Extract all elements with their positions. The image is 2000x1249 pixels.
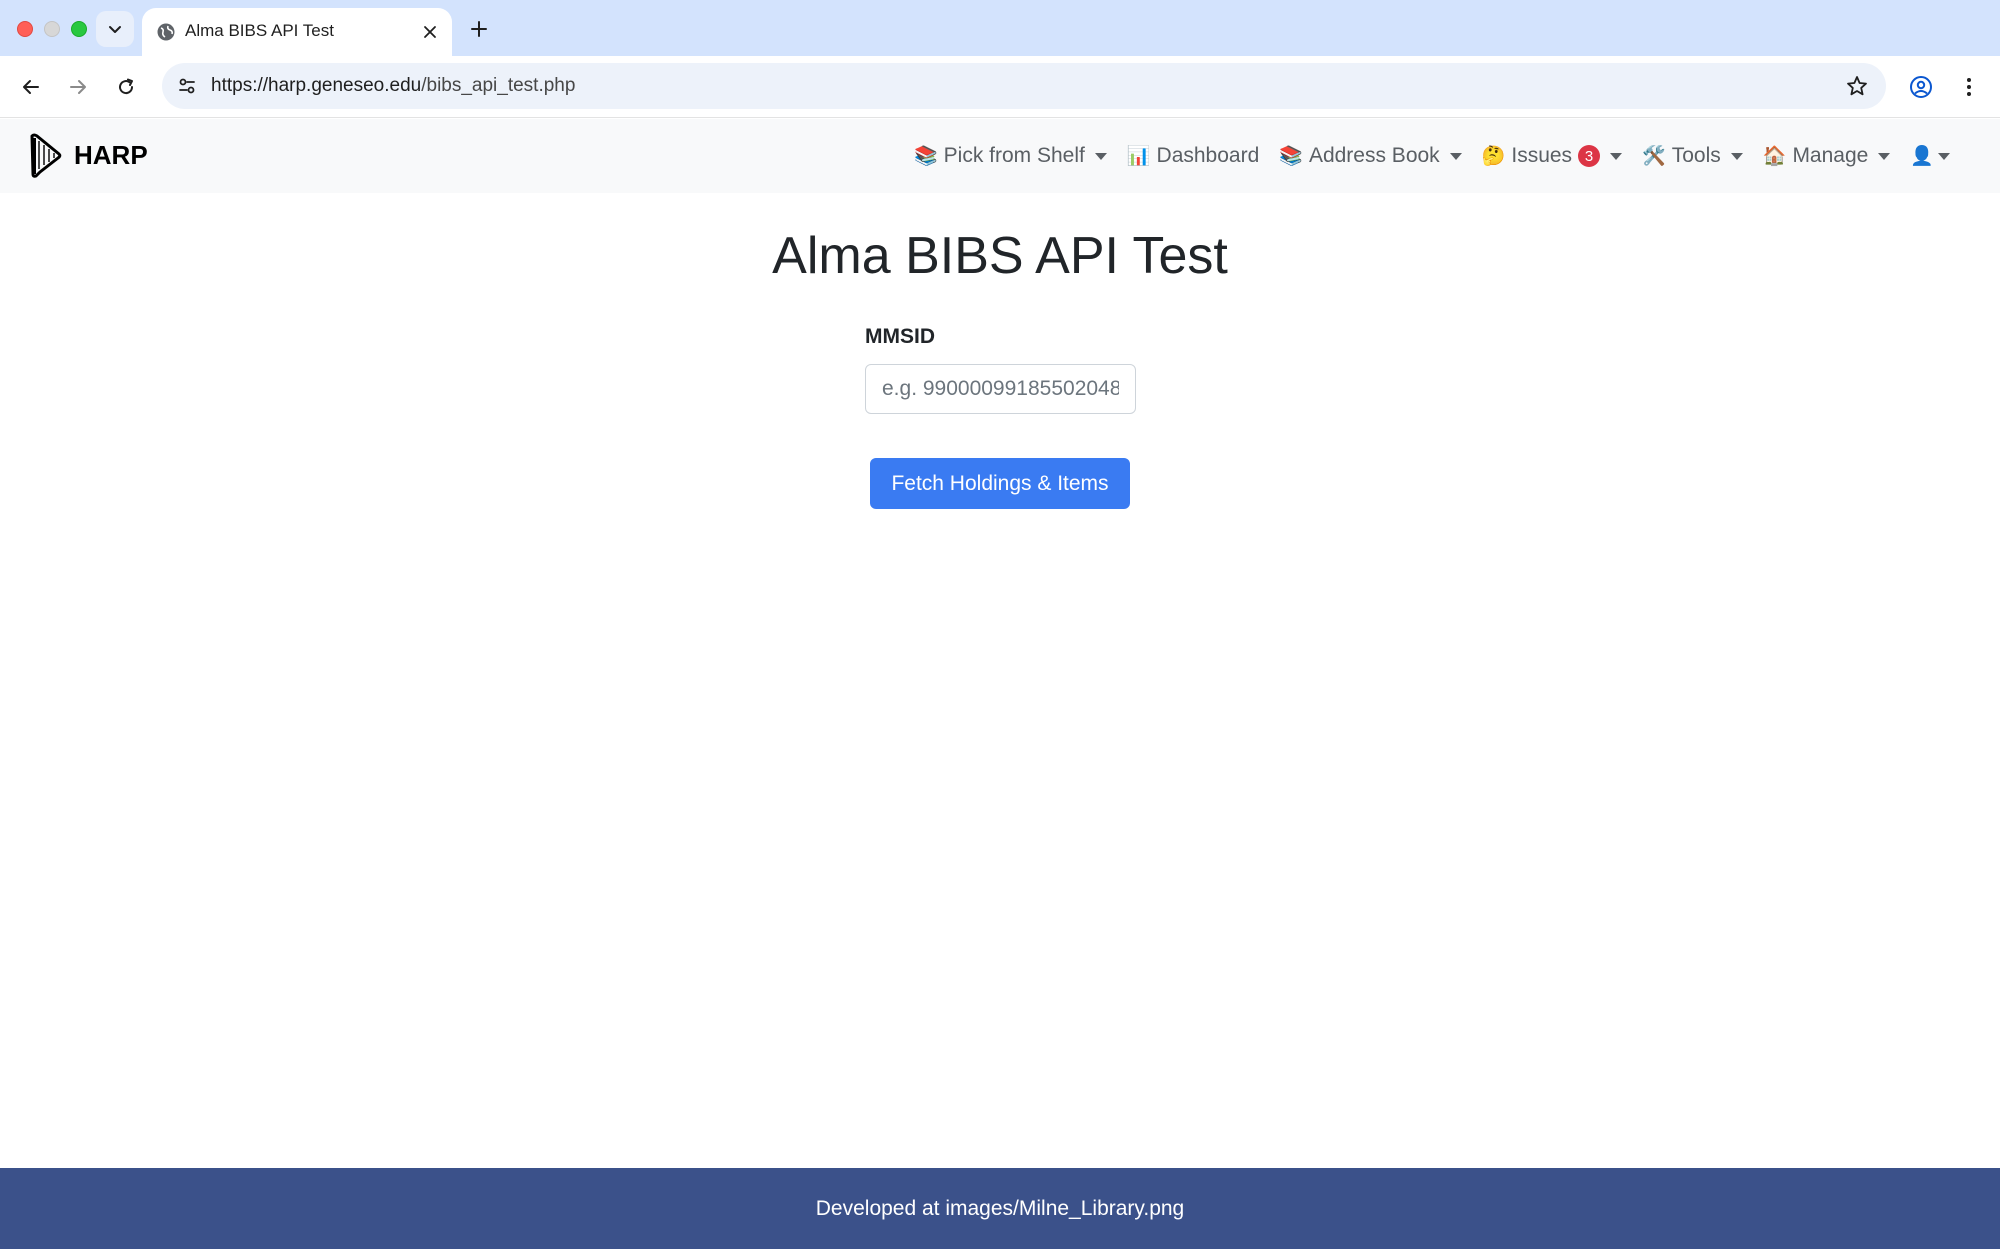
plus-icon <box>471 21 487 37</box>
new-tab-button[interactable] <box>464 14 494 44</box>
url-path: /bibs_api_test.php <box>421 75 576 96</box>
nav-dashboard[interactable]: 📊 Dashboard <box>1127 144 1259 168</box>
user-icon: 👤 <box>1910 146 1934 167</box>
books-icon: 📚 <box>913 146 938 167</box>
nav-tools[interactable]: 🛠️ Tools <box>1642 144 1743 168</box>
caret-down-icon <box>1878 152 1891 160</box>
tune-icon <box>179 78 195 94</box>
account-circle-icon <box>1910 76 1932 98</box>
arrow-right-icon <box>70 80 86 94</box>
browser-tabstrip: Alma BIBS API Test <box>0 0 2000 56</box>
browser-toolbar: https://harp.geneseo.edu/bibs_api_test.p… <box>0 56 2000 118</box>
tab-search-button[interactable] <box>96 11 134 47</box>
nav-address-book[interactable]: 📚 Address Book <box>1279 144 1462 168</box>
bar-chart-icon: 📊 <box>1126 146 1151 167</box>
books-icon: 📚 <box>1279 146 1303 167</box>
nav-label: Address Book <box>1308 144 1440 167</box>
nav-label: Pick from Shelf <box>943 144 1085 167</box>
page-title: Alma BIBS API Test <box>772 227 1228 285</box>
harp-icon <box>30 133 62 178</box>
mmsid-input[interactable] <box>865 364 1136 414</box>
nav-pick-from-shelf[interactable]: 📚 Pick from Shelf <box>914 144 1107 168</box>
maximize-window-button[interactable] <box>71 21 87 37</box>
page-footer: Developed at images/Milne_Library.png <box>0 1168 2000 1249</box>
close-window-button[interactable] <box>17 21 33 37</box>
reload-icon <box>119 78 134 95</box>
bookmark-button[interactable] <box>1842 71 1872 101</box>
tab-title: Alma BIBS API Test <box>185 21 334 40</box>
caret-down-icon <box>1094 152 1107 160</box>
issues-count-badge: 3 <box>1578 145 1601 167</box>
caret-down-icon <box>1610 152 1623 160</box>
url-text: https://harp.geneseo.edu/bibs_api_test.p… <box>211 75 575 97</box>
nav-label: Manage <box>1792 144 1869 167</box>
reload-button[interactable] <box>109 70 143 104</box>
address-bar[interactable]: https://harp.geneseo.edu/bibs_api_test.p… <box>162 63 1886 109</box>
minimize-window-button[interactable] <box>44 21 60 37</box>
nav-issues[interactable]: 🤔 Issues 3 <box>1481 144 1623 168</box>
nav-label: Tools <box>1671 144 1721 167</box>
site-info-button[interactable] <box>172 71 202 101</box>
footer-text: Developed at images/Milne_Library.png <box>815 1196 1185 1220</box>
nav-label: Issues <box>1511 144 1573 167</box>
tools-icon: 🛠️ <box>1642 146 1666 167</box>
back-button[interactable] <box>14 70 48 104</box>
nav-user-menu[interactable]: 👤 <box>1910 144 1950 168</box>
globe-icon <box>157 23 175 41</box>
more-vert-icon <box>1967 78 1971 96</box>
nav-label: Dashboard <box>1156 144 1260 167</box>
browser-menu-button[interactable] <box>1952 70 1986 104</box>
mmsid-label: MMSID <box>865 325 935 348</box>
caret-down-icon <box>1730 152 1743 160</box>
forward-button[interactable] <box>61 70 95 104</box>
nav-manage[interactable]: 🏠 Manage <box>1763 144 1891 168</box>
site-navbar: HARP 📚 Pick from Shelf 📊 Dashboard 📚 Add… <box>0 119 2000 193</box>
brand-name: HARP <box>74 139 148 170</box>
browser-tab-active[interactable]: Alma BIBS API Test <box>142 8 452 56</box>
nav-menu: 📚 Pick from Shelf 📊 Dashboard 📚 Address … <box>894 119 1950 193</box>
caret-down-icon <box>1449 152 1462 160</box>
url-host: https://harp.geneseo.edu <box>211 75 422 96</box>
thinking-face-icon: 🤔 <box>1481 146 1506 167</box>
tab-close-button[interactable] <box>418 20 442 44</box>
brand-link[interactable]: HARP <box>28 129 148 181</box>
arrow-left-icon <box>23 80 39 94</box>
caret-down-icon <box>1938 152 1950 160</box>
chevron-down-icon <box>109 26 121 33</box>
fetch-holdings-button[interactable]: Fetch Holdings & Items <box>870 458 1130 509</box>
profile-button[interactable] <box>1904 70 1938 104</box>
star-icon <box>1847 76 1867 96</box>
close-icon <box>424 26 436 38</box>
house-icon: 🏠 <box>1762 146 1787 167</box>
